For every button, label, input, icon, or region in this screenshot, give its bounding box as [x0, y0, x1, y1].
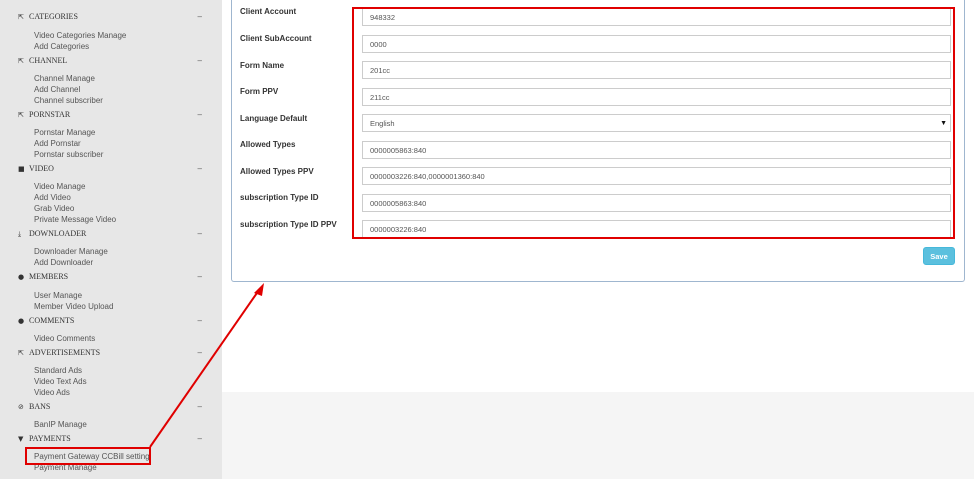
sidebar-item-add-channel[interactable]: Add Channel: [34, 84, 80, 95]
sidebar-item-add-pornstar[interactable]: Add Pornstar: [34, 138, 81, 149]
sidebar-section-categories[interactable]: ⇱ CATEGORIES –: [18, 12, 208, 26]
sidebar-section-advertisements[interactable]: ⇱ ADVERTISEMENTS –: [18, 348, 208, 362]
content-footer-area: [222, 392, 974, 479]
external-link-icon: ⇱: [18, 349, 24, 357]
comments-icon: ●: [18, 317, 25, 325]
collapse-toggle[interactable]: –: [198, 348, 202, 357]
sidebar-section-categories-header[interactable]: ⇱ CATEGORIES: [18, 12, 78, 21]
section-title: CHANNEL: [29, 56, 68, 65]
video-camera-icon: ■: [18, 165, 25, 173]
form-name-label: Form Name: [240, 61, 285, 70]
allowed-types-label: Allowed Types: [240, 140, 296, 149]
collapse-toggle[interactable]: –: [198, 402, 202, 411]
sidebar-item-user-manage[interactable]: User Manage: [34, 290, 82, 301]
language-default-label: Language Default: [240, 114, 308, 123]
collapse-toggle[interactable]: –: [198, 272, 202, 281]
sidebar-section-bans-header[interactable]: ⊘ BANS: [18, 402, 50, 411]
sidebar-section-downloader-header[interactable]: ⤓ DOWNLOADER: [18, 229, 86, 239]
users-icon: ●: [18, 273, 25, 281]
sidebar-section-pornstar[interactable]: ⇱ PORNSTAR –: [18, 110, 208, 124]
subscription-type-id-ppv-label: subscription Type ID PPV: [240, 220, 337, 229]
ban-icon: ⊘: [18, 403, 24, 411]
section-title: MEMBERS: [29, 272, 69, 281]
form-highlight-box: [352, 7, 955, 239]
collapse-toggle[interactable]: –: [198, 164, 202, 173]
sidebar-section-video[interactable]: ■ VIDEO –: [18, 164, 208, 178]
section-title: COMMENTS: [29, 316, 75, 325]
client-account-label: Client Account: [240, 7, 297, 16]
menu-highlight-box: [25, 447, 151, 465]
section-title: ADVERTISEMENTS: [29, 348, 101, 357]
sidebar-item-video-comments[interactable]: Video Comments: [34, 333, 95, 344]
sidebar-item-add-categories[interactable]: Add Categories: [34, 41, 89, 52]
external-link-icon: ⇱: [18, 57, 24, 65]
cart-icon: ▼: [18, 435, 24, 443]
sidebar-item-channel-subscriber[interactable]: Channel subscriber: [34, 95, 103, 106]
collapse-toggle[interactable]: –: [198, 110, 202, 119]
sidebar-item-video-manage[interactable]: Video Manage: [34, 181, 85, 192]
sidebar-item-grab-video[interactable]: Grab Video: [34, 203, 74, 214]
sidebar-section-bans[interactable]: ⊘ BANS –: [18, 402, 208, 416]
sidebar-item-standard-ads[interactable]: Standard Ads: [34, 365, 82, 376]
download-icon: ⤓: [18, 230, 22, 238]
sidebar-item-video-ads[interactable]: Video Ads: [34, 387, 70, 398]
collapse-toggle[interactable]: –: [198, 56, 202, 65]
form-ppv-label: Form PPV: [240, 87, 279, 96]
collapse-toggle[interactable]: –: [198, 229, 202, 238]
sidebar-item-pornstar-subscriber[interactable]: Pornstar subscriber: [34, 149, 103, 160]
sidebar-section-members[interactable]: ● MEMBERS –: [18, 272, 208, 286]
sidebar-section-pornstar-header[interactable]: ⇱ PORNSTAR: [18, 110, 70, 119]
sidebar-section-comments-header[interactable]: ● COMMENTS: [18, 316, 74, 325]
section-title: CATEGORIES: [29, 12, 78, 21]
sidebar-item-member-video-upload[interactable]: Member Video Upload: [34, 301, 113, 312]
sidebar-nav: ⇱ CATEGORIES – Video Categories Manage Ad…: [0, 0, 222, 479]
sidebar-section-video-header[interactable]: ■ VIDEO: [18, 164, 54, 173]
sidebar-section-payments-header[interactable]: ▼ PAYMENTS: [18, 434, 71, 443]
section-title: PAYMENTS: [29, 434, 71, 443]
collapse-toggle[interactable]: –: [198, 12, 202, 21]
collapse-toggle[interactable]: –: [198, 434, 202, 443]
subscription-type-id-label: subscription Type ID: [240, 193, 319, 202]
section-title: DOWNLOADER: [29, 229, 87, 238]
sidebar-item-add-downloader[interactable]: Add Downloader: [34, 257, 93, 268]
section-title: VIDEO: [29, 164, 54, 173]
sidebar-item-video-categories-manage[interactable]: Video Categories Manage: [34, 30, 126, 41]
sidebar-item-banip-manage[interactable]: BanIP Manage: [34, 419, 87, 430]
collapse-toggle[interactable]: –: [198, 316, 202, 325]
client-subaccount-label: Client SubAccount: [240, 34, 312, 43]
external-link-icon: ⇱: [18, 111, 24, 119]
sidebar-section-payments[interactable]: ▼ PAYMENTS –: [18, 434, 208, 448]
sidebar-item-channel-manage[interactable]: Channel Manage: [34, 73, 95, 84]
sidebar-section-channel-header[interactable]: ⇱ CHANNEL: [18, 56, 67, 65]
sidebar-section-comments[interactable]: ● COMMENTS –: [18, 316, 208, 330]
sidebar-item-downloader-manage[interactable]: Downloader Manage: [34, 246, 108, 257]
external-link-icon: ⇱: [18, 13, 24, 21]
arrow-head: [254, 283, 264, 296]
sidebar-section-downloader[interactable]: ⤓ DOWNLOADER –: [18, 229, 208, 243]
sidebar-item-add-video[interactable]: Add Video: [34, 192, 71, 203]
sidebar-section-advertisements-header[interactable]: ⇱ ADVERTISEMENTS: [18, 348, 100, 357]
section-title: BANS: [29, 402, 51, 411]
sidebar-item-private-message-video[interactable]: Private Message Video: [34, 214, 116, 225]
sidebar-section-members-header[interactable]: ● MEMBERS: [18, 272, 68, 281]
section-title: PORNSTAR: [29, 110, 71, 119]
sidebar-section-channel[interactable]: ⇱ CHANNEL –: [18, 56, 208, 70]
sidebar-item-video-text-ads[interactable]: Video Text Ads: [34, 376, 87, 387]
sidebar-item-pornstar-manage[interactable]: Pornstar Manage: [34, 127, 95, 138]
save-button[interactable]: Save: [923, 247, 955, 265]
allowed-types-ppv-label: Allowed Types PPV: [240, 167, 314, 176]
